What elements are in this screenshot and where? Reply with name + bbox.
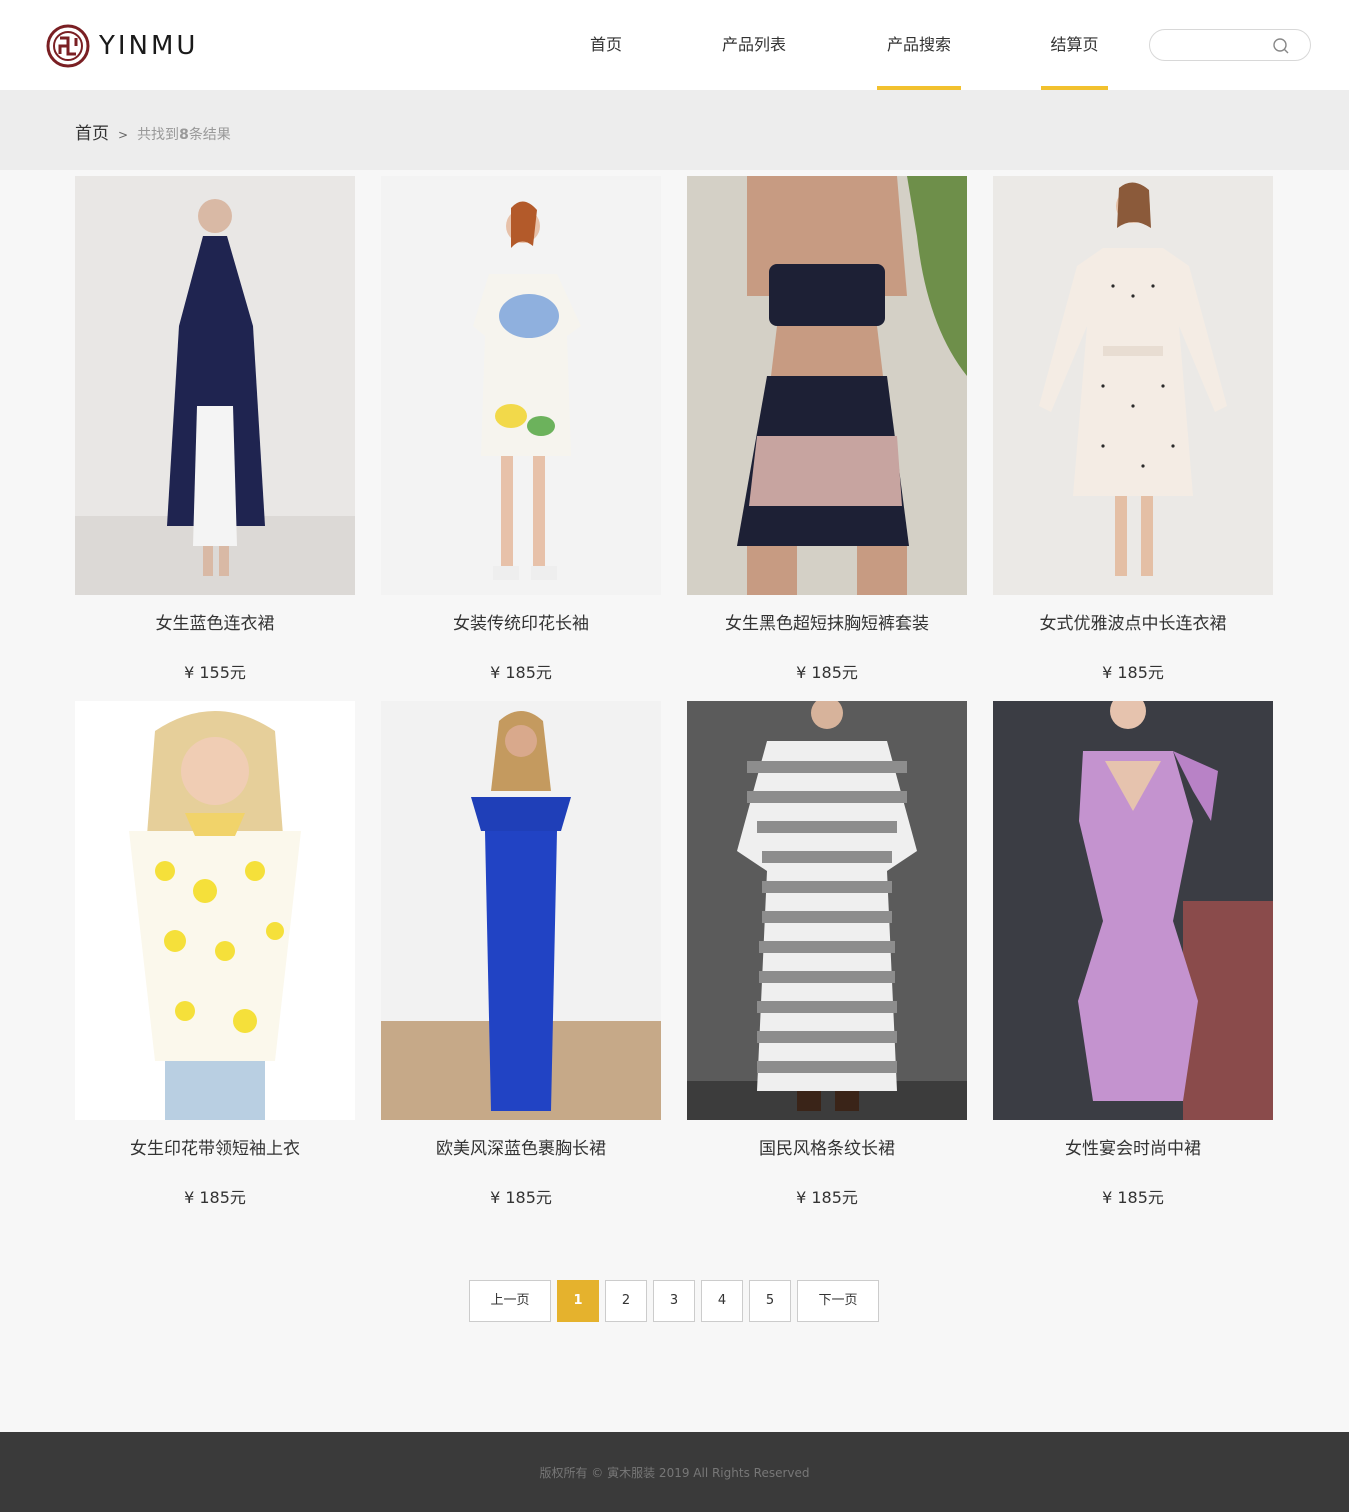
prev-page-button[interactable]: 上一页 xyxy=(469,1280,551,1322)
product-card[interactable]: 女生黑色超短抹胸短裤套装 ¥ 185元 xyxy=(687,176,967,683)
product-name[interactable]: 国民风格条纹长裙 xyxy=(687,1134,967,1159)
page-button-1[interactable]: 1 xyxy=(557,1280,599,1322)
product-price: ¥ 185元 xyxy=(184,1188,246,1207)
product-price: ¥ 185元 xyxy=(1102,1188,1164,1207)
product-image[interactable] xyxy=(75,176,355,595)
product-name[interactable]: 女装传统印花长袖 xyxy=(381,609,661,634)
next-page-button[interactable]: 下一页 xyxy=(797,1280,879,1322)
breadcrumb-separator: > xyxy=(118,128,129,142)
nav-product-search[interactable]: 产品搜索 xyxy=(877,0,961,90)
product-image[interactable] xyxy=(75,701,355,1120)
nav-product-list[interactable]: 产品列表 xyxy=(722,0,786,90)
product-card[interactable]: 女性宴会时尚中裙 ¥ 185元 xyxy=(993,701,1273,1208)
product-price: ¥ 185元 xyxy=(490,1188,552,1207)
product-card[interactable]: 女装传统印花长袖 ¥ 185元 xyxy=(381,176,661,683)
product-price: ¥ 185元 xyxy=(490,663,552,682)
page-button-4[interactable]: 4 xyxy=(701,1280,743,1322)
breadcrumb: 首页 > 共找到 8 条结果 xyxy=(75,119,231,144)
product-price: ¥ 155元 xyxy=(184,663,246,682)
result-count-suffix: 条结果 xyxy=(188,127,231,143)
site-header: YINMU 首页 产品列表 产品搜索 结算页 xyxy=(0,0,1349,90)
product-image[interactable] xyxy=(993,701,1273,1120)
breadcrumb-band: 首页 > 共找到 8 条结果 xyxy=(0,90,1349,170)
product-name[interactable]: 欧美风深蓝色裹胸长裙 xyxy=(381,1134,661,1159)
logo-icon xyxy=(46,24,90,68)
product-name[interactable]: 女生蓝色连衣裙 xyxy=(75,609,355,634)
search-icon[interactable] xyxy=(1272,37,1290,55)
nav-checkout[interactable]: 结算页 xyxy=(1041,0,1108,90)
product-price: ¥ 185元 xyxy=(1102,663,1164,682)
product-card[interactable]: 女生印花带领短袖上衣 ¥ 185元 xyxy=(75,701,355,1208)
search-box xyxy=(1149,29,1311,61)
nav-checkout-label: 结算页 xyxy=(1050,35,1099,54)
result-count-prefix: 共找到 xyxy=(137,127,180,143)
product-image[interactable] xyxy=(381,176,661,595)
page-button-3[interactable]: 3 xyxy=(653,1280,695,1322)
product-card[interactable]: 女式优雅波点中长连衣裙 ¥ 185元 xyxy=(993,176,1273,683)
product-image[interactable] xyxy=(381,701,661,1120)
product-name[interactable]: 女式优雅波点中长连衣裙 xyxy=(993,609,1273,634)
brand-name: YINMU xyxy=(99,31,199,61)
product-name[interactable]: 女性宴会时尚中裙 xyxy=(993,1134,1273,1159)
product-name[interactable]: 女生印花带领短袖上衣 xyxy=(75,1134,355,1159)
product-image[interactable] xyxy=(687,176,967,595)
product-card[interactable]: 欧美风深蓝色裹胸长裙 ¥ 185元 xyxy=(381,701,661,1208)
nav-product-search-label: 产品搜索 xyxy=(886,35,951,54)
result-count: 8 xyxy=(179,127,189,143)
product-image[interactable] xyxy=(687,701,967,1120)
search-input[interactable] xyxy=(1164,34,1274,56)
breadcrumb-home-link[interactable]: 首页 xyxy=(75,119,109,144)
site-footer: 版权所有 © 寅木服装 2019 All Rights Reserved xyxy=(0,1432,1349,1512)
page-button-5[interactable]: 5 xyxy=(749,1280,791,1322)
product-price: ¥ 185元 xyxy=(796,1188,858,1207)
product-price: ¥ 185元 xyxy=(796,663,858,682)
brand-logo[interactable]: YINMU xyxy=(46,24,198,68)
copyright-text: 版权所有 © 寅木服装 2019 All Rights Reserved xyxy=(539,1466,810,1480)
page-button-2[interactable]: 2 xyxy=(605,1280,647,1322)
product-image[interactable] xyxy=(993,176,1273,595)
nav-home-label: 首页 xyxy=(590,35,623,54)
nav-home[interactable]: 首页 xyxy=(590,0,622,90)
product-card[interactable]: 国民风格条纹长裙 ¥ 185元 xyxy=(687,701,967,1208)
product-card[interactable]: 女生蓝色连衣裙 ¥ 155元 xyxy=(75,176,355,683)
nav-product-list-label: 产品列表 xyxy=(722,35,787,54)
product-name[interactable]: 女生黑色超短抹胸短裤套装 xyxy=(687,609,967,634)
